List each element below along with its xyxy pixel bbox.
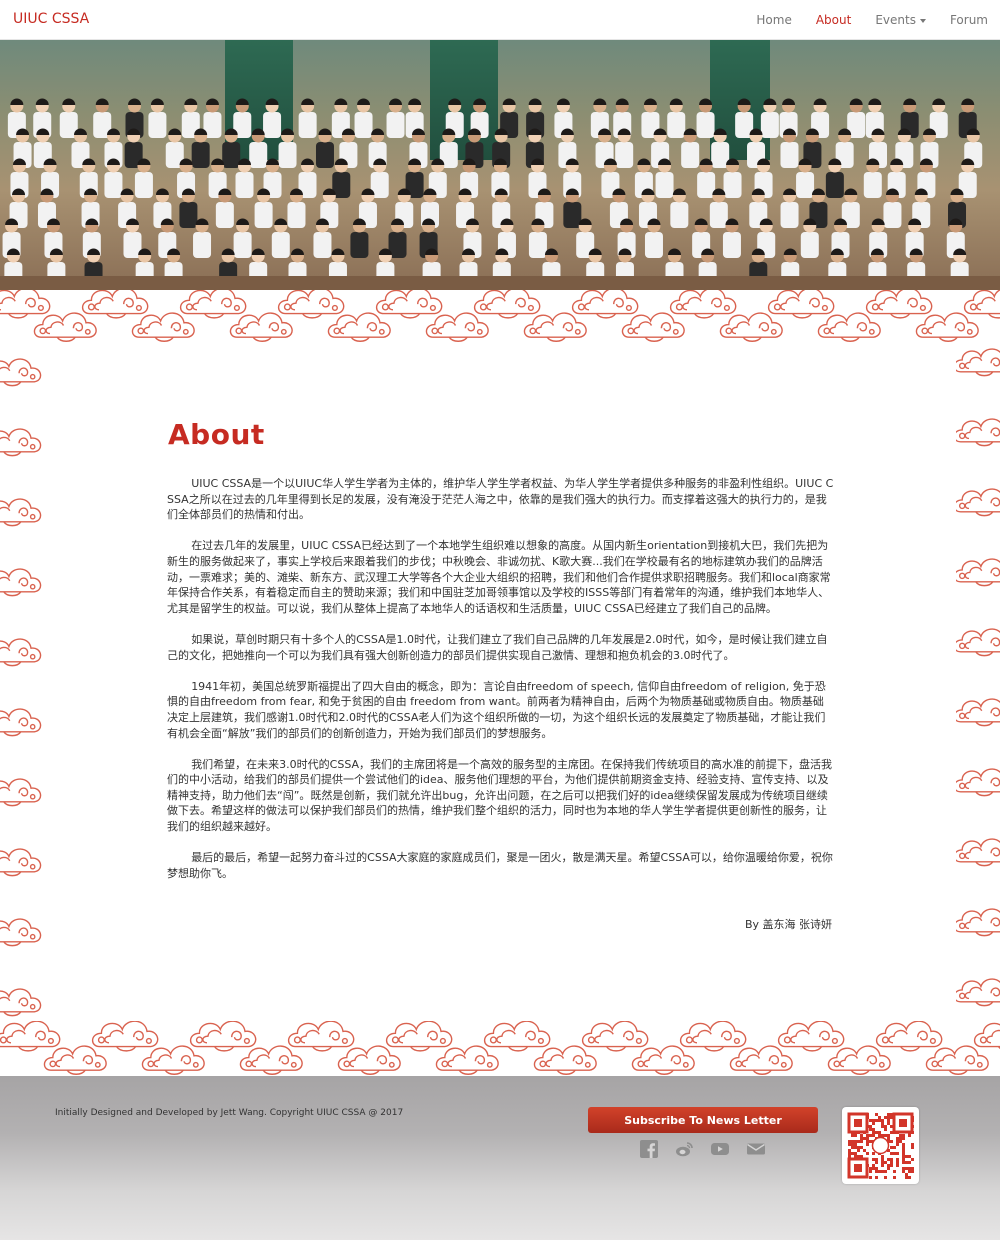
facebook-icon[interactable] bbox=[640, 1140, 658, 1158]
nav-menu: Home About Events Forum bbox=[744, 0, 1000, 40]
brand-link[interactable]: UIUC CSSA bbox=[13, 11, 89, 27]
about-paragraph: 如果说，草创时期只有十多个人的CSSA是1.0时代，让我们建立了我们自己品牌的几… bbox=[167, 632, 828, 662]
cloud-pattern-right bbox=[956, 345, 1000, 1025]
page-title: About bbox=[168, 418, 265, 451]
about-paragraph: 1941年初，美国总统罗斯福提出了四大自由的概念，即为：言论自由freedom … bbox=[167, 679, 826, 740]
about-body: UIUC CSSA是一个以UIUC华人学生学者为主体的，维护华人学生学者权益、为… bbox=[167, 476, 834, 897]
about-paragraph: 最后的最后，希望一起努力奋斗过的CSSA大家庭的家庭成员们，聚是一团火，散是满天… bbox=[167, 851, 833, 880]
crowd-illustration bbox=[0, 98, 1000, 290]
chevron-down-icon bbox=[919, 18, 926, 23]
nav-events[interactable]: Events bbox=[875, 13, 926, 27]
nav-home[interactable]: Home bbox=[756, 13, 791, 27]
navbar: UIUC CSSA Home About Events Forum bbox=[0, 0, 1000, 40]
signature: By 盖东海 张诗妍 bbox=[744, 918, 832, 931]
nav-forum[interactable]: Forum bbox=[950, 13, 988, 27]
nav-about[interactable]: About bbox=[816, 13, 851, 27]
youtube-icon[interactable] bbox=[711, 1140, 729, 1158]
cloud-pattern-left bbox=[0, 345, 44, 1025]
about-paragraph: UIUC CSSA是一个以UIUC华人学生学者为主体的，维护华人学生学者权益、为… bbox=[167, 477, 834, 522]
hero-group-photo bbox=[0, 40, 1000, 290]
nav-events-label: Events bbox=[875, 13, 916, 27]
email-icon[interactable] bbox=[747, 1140, 765, 1158]
cloud-pattern-bottom bbox=[0, 1021, 1000, 1076]
about-paragraph: 在过去几年的发展里，UIUC CSSA已经达到了一个本地学生组织难以想象的高度。… bbox=[167, 539, 831, 615]
cloud-pattern-top bbox=[0, 290, 1000, 345]
about-paragraph: 我们希望，在未来3.0时代的CSSA，我们的主席团将是一个高效的服务型的主席团。… bbox=[167, 757, 833, 834]
footer-copyright: Initially Designed and Developed by Jett… bbox=[55, 1108, 404, 1118]
wechat-qr-code bbox=[842, 1107, 919, 1184]
weibo-icon[interactable] bbox=[675, 1140, 693, 1158]
subscribe-button[interactable]: Subscribe To News Letter bbox=[588, 1107, 818, 1133]
